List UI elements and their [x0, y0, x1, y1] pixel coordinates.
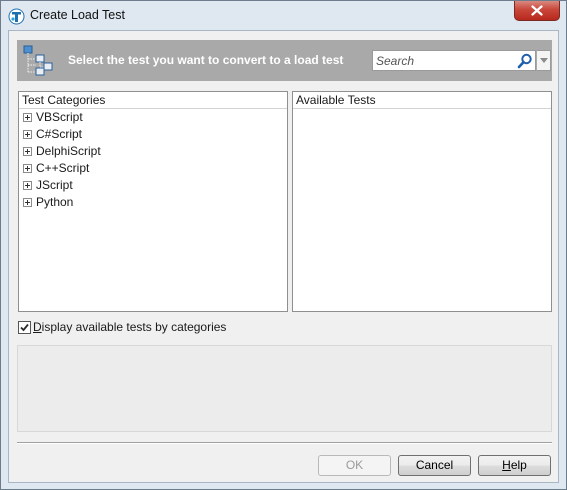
search-icon[interactable]	[517, 53, 533, 69]
button-separator	[17, 442, 552, 444]
expand-plus-icon[interactable]	[23, 113, 32, 122]
description-area	[17, 345, 552, 432]
tree-item-label: C++Script	[36, 161, 90, 175]
expand-plus-icon[interactable]	[23, 164, 32, 173]
header-banner: Select the test you want to convert to a…	[17, 40, 552, 81]
test-categories-panel[interactable]: Test Categories VBScript C#Script Delphi…	[18, 91, 288, 312]
test-categories-header: Test Categories	[19, 92, 287, 109]
tree-item-label: JScript	[36, 178, 73, 192]
expand-plus-icon[interactable]	[23, 130, 32, 139]
tree-item-csharpscript[interactable]: C#Script	[19, 126, 287, 143]
available-tests-header: Available Tests	[293, 92, 551, 109]
tree-item-jscript[interactable]: JScript	[19, 177, 287, 194]
ok-button[interactable]: OK	[318, 455, 391, 476]
tree-item-label: C#Script	[36, 127, 83, 141]
display-by-categories-checkbox[interactable]	[18, 320, 31, 334]
tree-item-label: DelphiScript	[36, 144, 101, 158]
search-box[interactable]	[372, 50, 536, 71]
expand-plus-icon[interactable]	[23, 181, 32, 190]
search-input[interactable]	[373, 51, 513, 70]
banner-instruction: Select the test you want to convert to a…	[68, 53, 344, 67]
display-by-categories-label[interactable]: Display available tests by categories	[33, 320, 226, 334]
dialog-body: Select the test you want to convert to a…	[8, 30, 559, 483]
testcomplete-logo-icon	[8, 8, 25, 25]
cancel-button[interactable]: Cancel	[398, 455, 471, 476]
expand-plus-icon[interactable]	[23, 147, 32, 156]
close-button[interactable]	[514, 1, 560, 21]
tree-item-vbscript[interactable]: VBScript	[19, 109, 287, 126]
available-tests-panel[interactable]: Available Tests	[292, 91, 552, 312]
checkmark-icon	[20, 323, 29, 331]
help-button[interactable]: Help	[478, 455, 551, 476]
category-tree: VBScript C#Script DelphiScript C++Script…	[19, 109, 287, 211]
dialog-window: Create Load Test Select the test you wan…	[0, 0, 567, 490]
tree-item-python[interactable]: Python	[19, 194, 287, 211]
tree-item-label: Python	[36, 195, 74, 209]
tree-structure-icon	[23, 45, 53, 76]
window-title: Create Load Test	[30, 8, 125, 22]
chevron-down-icon	[539, 58, 548, 63]
expand-plus-icon[interactable]	[23, 198, 32, 207]
title-bar[interactable]: Create Load Test	[1, 1, 566, 30]
tree-item-cppscript[interactable]: C++Script	[19, 160, 287, 177]
tree-item-label: VBScript	[36, 110, 83, 124]
display-by-categories-option[interactable]: Display available tests by categories	[18, 319, 226, 335]
available-tests-list[interactable]	[293, 109, 551, 309]
tree-item-delphiscript[interactable]: DelphiScript	[19, 143, 287, 160]
search-options-dropdown[interactable]	[537, 50, 551, 71]
close-icon	[531, 5, 543, 16]
